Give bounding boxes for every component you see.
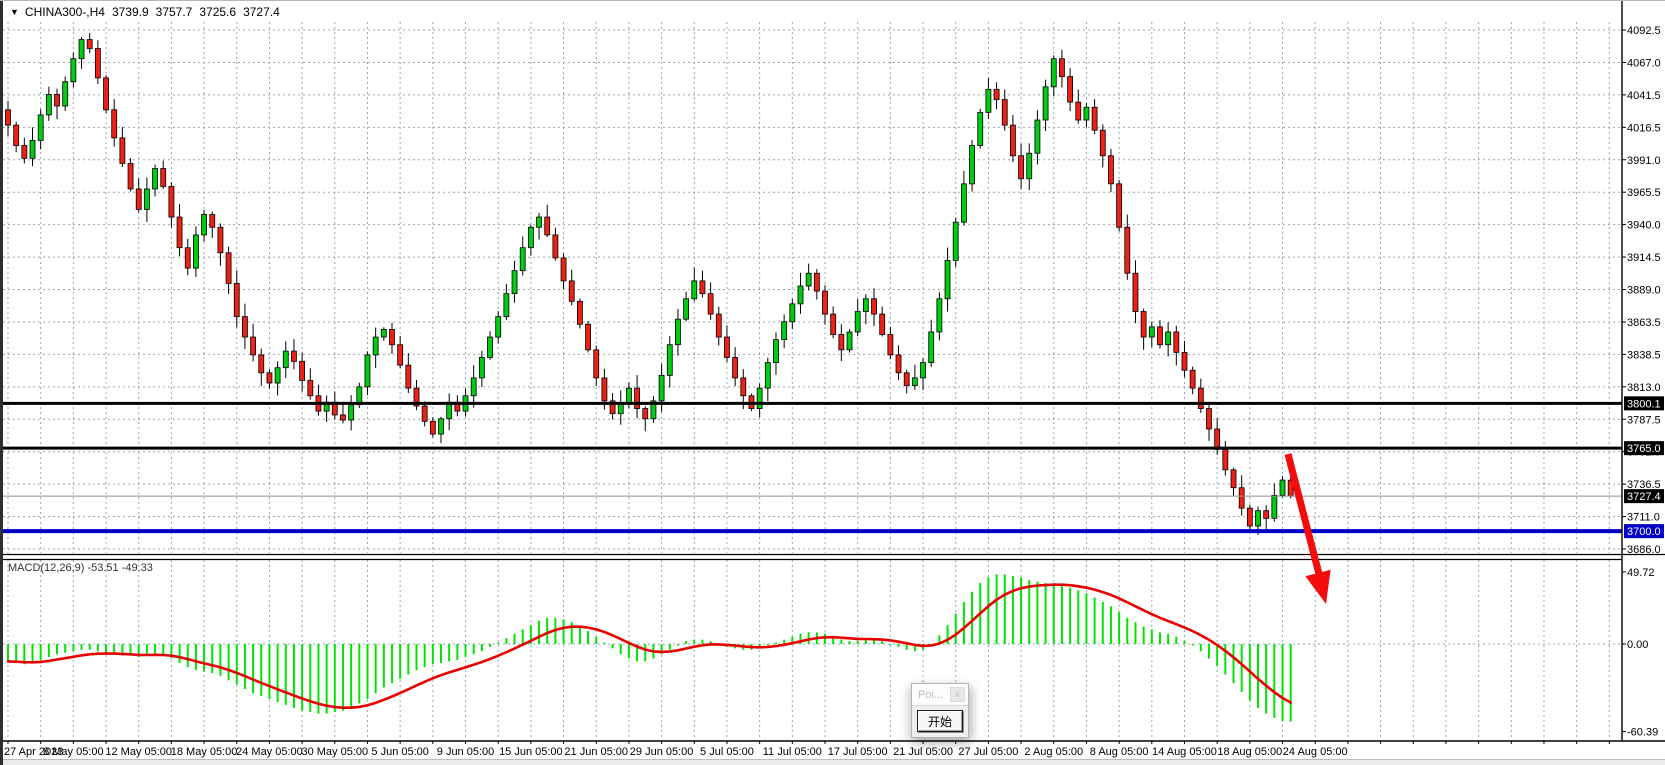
price-tick-label: 3889.0 — [1627, 285, 1661, 297]
svg-text:3700.0: 3700.0 — [1627, 526, 1661, 538]
candles-layer — [6, 33, 1294, 535]
price-tick-label: 3863.5 — [1627, 317, 1661, 329]
price-tick-label: 3914.5 — [1627, 252, 1661, 264]
macd-tick-label: 49.72 — [1627, 567, 1655, 579]
date-tick-label: 5 Jun 05:00 — [371, 746, 429, 758]
time-axis[interactable]: 27 Apr 20238 May 05:0012 May 05:0018 May… — [0, 741, 1665, 758]
price-tick-label: 3965.5 — [1627, 187, 1661, 199]
window-left-edge — [0, 1, 3, 765]
pane-separator[interactable] — [0, 555, 1665, 560]
svg-text:3727.4: 3727.4 — [1627, 491, 1661, 503]
price-label-3800.1: 3800.1 — [1624, 396, 1664, 410]
script-popup-dialog: Poi... x 开始 — [911, 683, 969, 738]
date-tick-label: 8 Aug 05:00 — [1090, 746, 1149, 758]
ohlc-open-value: 3739.9 — [112, 5, 149, 19]
price-tick-label: 4016.5 — [1627, 122, 1661, 134]
collapse-ohlc-icon[interactable]: ▼ — [10, 7, 19, 17]
chart-canvas[interactable]: MACD(12,26,9) -53.51 -49.334092.54067.04… — [0, 1, 1665, 765]
date-tick-label: 21 Jun 05:00 — [564, 746, 628, 758]
chart-title-bar: ▼ CHINA300-,H4 3739.9 3757.7 3725.6 3727… — [10, 4, 287, 20]
start-button[interactable]: 开始 — [917, 710, 963, 732]
ohlc-high-value: 3757.7 — [156, 5, 193, 19]
trend-arrow[interactable] — [1288, 454, 1331, 604]
date-tick-label: 27 Jul 05:00 — [958, 746, 1018, 758]
macd-tick-label: -60.39 — [1627, 727, 1658, 739]
date-tick-label: 18 Aug 05:00 — [1217, 746, 1282, 758]
date-tick-label: 18 May 05:00 — [171, 746, 238, 758]
price-tick-label: 3940.0 — [1627, 220, 1661, 232]
chart-window: MACD(12,26,9) -53.51 -49.334092.54067.04… — [0, 0, 1665, 765]
popup-title: Poi... — [918, 689, 950, 701]
date-tick-label: 5 Jul 05:00 — [700, 746, 754, 758]
date-tick-label: 24 May 05:00 — [236, 746, 303, 758]
svg-text:3765.0: 3765.0 — [1627, 443, 1661, 455]
date-tick-label: 21 Jul 05:00 — [893, 746, 953, 758]
ohlc-close-value: 3727.4 — [243, 5, 280, 19]
price-tick-label: 3686.0 — [1627, 544, 1661, 556]
price-tick-label: 3838.5 — [1627, 349, 1661, 361]
price-tick-label: 4067.0 — [1627, 57, 1661, 69]
date-tick-label: 11 Jul 05:00 — [763, 746, 822, 758]
macd-tick-label: 0.00 — [1627, 639, 1648, 651]
date-tick-label: 8 May 05:00 — [43, 746, 104, 758]
popup-close-button[interactable]: x — [950, 687, 965, 702]
macd-indicator-label: MACD(12,26,9) -53.51 -49.33 — [8, 562, 153, 574]
price-label-3765.0: 3765.0 — [1624, 441, 1664, 455]
date-tick-label: 17 Jul 05:00 — [828, 746, 888, 758]
date-tick-label: 2 Aug 05:00 — [1024, 746, 1083, 758]
grid-layer — [3, 22, 1622, 740]
popup-title-bar[interactable]: Poi... x — [912, 684, 968, 705]
date-tick-label: 29 Jun 05:00 — [630, 746, 694, 758]
price-tick-label: 3787.5 — [1627, 414, 1661, 426]
date-tick-label: 12 May 05:00 — [105, 746, 172, 758]
ohlc-low-value: 3725.6 — [199, 5, 236, 19]
date-tick-label: 30 May 05:00 — [301, 746, 368, 758]
price-tick-label: 3991.0 — [1627, 155, 1661, 167]
price-tick-label: 3711.0 — [1627, 512, 1660, 524]
current-price-label: 3727.4 — [1624, 489, 1664, 503]
macd-histogram — [7, 574, 1292, 721]
date-tick-label: 15 Jun 05:00 — [499, 746, 563, 758]
symbol-period-label: CHINA300-,H4 — [25, 5, 105, 19]
window-bottom-edge — [0, 759, 1665, 765]
date-tick-label: 9 Jun 05:00 — [437, 746, 495, 758]
date-tick-label: 14 Aug 05:00 — [1152, 746, 1217, 758]
price-tick-label: 4092.5 — [1627, 25, 1661, 37]
price-tick-label: 3813.0 — [1627, 382, 1661, 394]
price-tick-label: 4041.5 — [1627, 90, 1661, 102]
macd-signal-line — [8, 585, 1291, 708]
popup-body: 开始 — [912, 705, 968, 737]
svg-text:3800.1: 3800.1 — [1627, 398, 1661, 410]
price-label-3700.0: 3700.0 — [1624, 524, 1664, 538]
price-axis[interactable]: 4092.5 4067.0 4041.5 4016.5 3991.0 3965.5 3940… — [1622, 1, 1661, 741]
date-tick-label: 24 Aug 05:00 — [1283, 746, 1348, 758]
